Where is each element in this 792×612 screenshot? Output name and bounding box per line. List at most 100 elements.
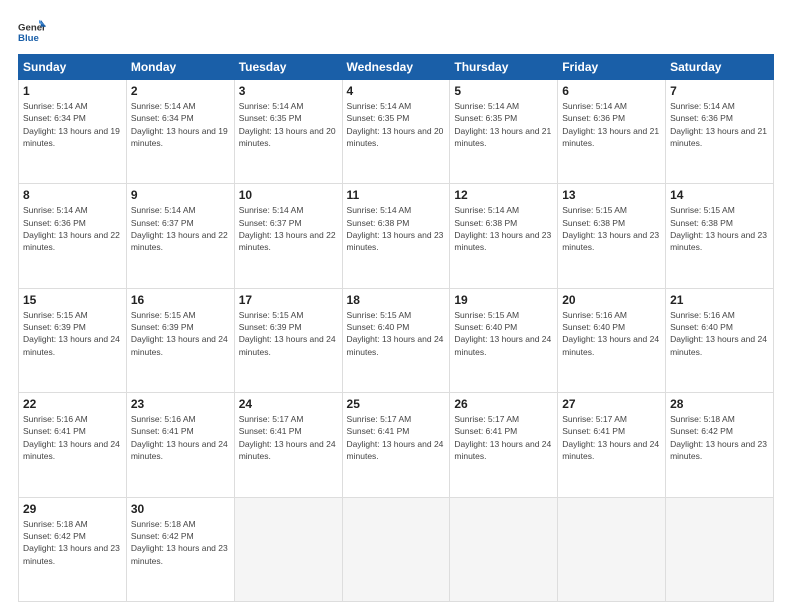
page: General Blue Sunday Monday Tuesday Wedne… <box>0 0 792 612</box>
day-info: Sunrise: 5:17 AMSunset: 6:41 PMDaylight:… <box>239 413 338 462</box>
calendar-day-cell: 5 Sunrise: 5:14 AMSunset: 6:35 PMDaylight… <box>450 80 558 184</box>
calendar-day-cell: 23 Sunrise: 5:16 AMSunset: 6:41 PMDayligh… <box>126 393 234 497</box>
day-number: 10 <box>239 188 338 202</box>
calendar-day-cell: 15 Sunrise: 5:15 AMSunset: 6:39 PMDayligh… <box>19 288 127 392</box>
calendar-day-cell: 1 Sunrise: 5:14 AMSunset: 6:34 PMDaylight… <box>19 80 127 184</box>
day-info: Sunrise: 5:14 AMSunset: 6:34 PMDaylight:… <box>23 100 122 149</box>
calendar-day-cell: 29 Sunrise: 5:18 AMSunset: 6:42 PMDayligh… <box>19 497 127 601</box>
day-number: 9 <box>131 188 230 202</box>
calendar-day-cell: 13 Sunrise: 5:15 AMSunset: 6:38 PMDayligh… <box>558 184 666 288</box>
calendar-day-cell: 12Sunrise: 5:14 AMSunset: 6:38 PMDayligh… <box>450 184 558 288</box>
day-number: 8 <box>23 188 122 202</box>
calendar-day-cell: 6Sunrise: 5:14 AMSunset: 6:36 PMDaylight… <box>558 80 666 184</box>
header: General Blue <box>18 18 774 46</box>
day-number: 20 <box>562 293 661 307</box>
calendar-day-cell: 16 Sunrise: 5:15 AMSunset: 6:39 PMDayligh… <box>126 288 234 392</box>
day-number: 7 <box>670 84 769 98</box>
day-info: Sunrise: 5:16 AMSunset: 6:40 PMDaylight:… <box>670 309 769 358</box>
day-info: Sunrise: 5:15 AMSunset: 6:38 PMDaylight:… <box>562 204 661 253</box>
day-info: Sunrise: 5:14 AMSunset: 6:36 PMDaylight:… <box>670 100 769 149</box>
logo-icon: General Blue <box>18 18 46 46</box>
day-number: 16 <box>131 293 230 307</box>
day-number: 28 <box>670 397 769 411</box>
day-info: Sunrise: 5:15 AMSunset: 6:40 PMDaylight:… <box>454 309 553 358</box>
calendar-day-cell: 19 Sunrise: 5:15 AMSunset: 6:40 PMDayligh… <box>450 288 558 392</box>
day-info: Sunrise: 5:18 AMSunset: 6:42 PMDaylight:… <box>670 413 769 462</box>
calendar-week-row: 29 Sunrise: 5:18 AMSunset: 6:42 PMDayligh… <box>19 497 774 601</box>
calendar-week-row: 8 Sunrise: 5:14 AMSunset: 6:36 PMDaylight… <box>19 184 774 288</box>
day-info: Sunrise: 5:14 AMSunset: 6:35 PMDaylight:… <box>347 100 446 149</box>
calendar-day-cell: 21 Sunrise: 5:16 AMSunset: 6:40 PMDayligh… <box>666 288 774 392</box>
calendar-day-cell <box>342 497 450 601</box>
day-info: Sunrise: 5:18 AMSunset: 6:42 PMDaylight:… <box>131 518 230 567</box>
header-friday: Friday <box>558 55 666 80</box>
day-number: 12 <box>454 188 553 202</box>
day-number: 17 <box>239 293 338 307</box>
day-number: 4 <box>347 84 446 98</box>
day-info: Sunrise: 5:15 AMSunset: 6:38 PMDaylight:… <box>670 204 769 253</box>
header-thursday: Thursday <box>450 55 558 80</box>
day-number: 25 <box>347 397 446 411</box>
calendar-day-cell: 2Sunrise: 5:14 AMSunset: 6:34 PMDaylight… <box>126 80 234 184</box>
day-number: 21 <box>670 293 769 307</box>
day-number: 1 <box>23 84 122 98</box>
day-info: Sunrise: 5:14 AMSunset: 6:36 PMDaylight:… <box>23 204 122 253</box>
calendar: Sunday Monday Tuesday Wednesday Thursday… <box>18 54 774 602</box>
calendar-day-cell: 18 Sunrise: 5:15 AMSunset: 6:40 PMDayligh… <box>342 288 450 392</box>
day-number: 2 <box>131 84 230 98</box>
calendar-day-cell: 30 Sunrise: 5:18 AMSunset: 6:42 PMDayligh… <box>126 497 234 601</box>
logo: General Blue <box>18 18 46 46</box>
calendar-day-cell <box>558 497 666 601</box>
calendar-day-cell: 28 Sunrise: 5:18 AMSunset: 6:42 PMDayligh… <box>666 393 774 497</box>
day-number: 11 <box>347 188 446 202</box>
day-number: 18 <box>347 293 446 307</box>
day-number: 26 <box>454 397 553 411</box>
day-number: 29 <box>23 502 122 516</box>
calendar-day-cell: 8 Sunrise: 5:14 AMSunset: 6:36 PMDaylight… <box>19 184 127 288</box>
calendar-day-cell: 27Sunrise: 5:17 AMSunset: 6:41 PMDayligh… <box>558 393 666 497</box>
header-monday: Monday <box>126 55 234 80</box>
day-info: Sunrise: 5:18 AMSunset: 6:42 PMDaylight:… <box>23 518 122 567</box>
calendar-week-row: 22 Sunrise: 5:16 AMSunset: 6:41 PMDayligh… <box>19 393 774 497</box>
weekday-header-row: Sunday Monday Tuesday Wednesday Thursday… <box>19 55 774 80</box>
calendar-day-cell: 10 Sunrise: 5:14 AMSunset: 6:37 PMDayligh… <box>234 184 342 288</box>
day-info: Sunrise: 5:15 AMSunset: 6:39 PMDaylight:… <box>23 309 122 358</box>
day-number: 30 <box>131 502 230 516</box>
day-number: 6 <box>562 84 661 98</box>
day-number: 27 <box>562 397 661 411</box>
day-info: Sunrise: 5:17 AMSunset: 6:41 PMDaylight:… <box>454 413 553 462</box>
day-number: 23 <box>131 397 230 411</box>
day-info: Sunrise: 5:16 AMSunset: 6:41 PMDaylight:… <box>131 413 230 462</box>
calendar-day-cell: 14 Sunrise: 5:15 AMSunset: 6:38 PMDayligh… <box>666 184 774 288</box>
calendar-day-cell: 7 Sunrise: 5:14 AMSunset: 6:36 PMDaylight… <box>666 80 774 184</box>
day-info: Sunrise: 5:14 AMSunset: 6:35 PMDaylight:… <box>454 100 553 149</box>
calendar-day-cell: 20 Sunrise: 5:16 AMSunset: 6:40 PMDayligh… <box>558 288 666 392</box>
day-info: Sunrise: 5:14 AMSunset: 6:35 PMDaylight:… <box>239 100 338 149</box>
day-info: Sunrise: 5:15 AMSunset: 6:40 PMDaylight:… <box>347 309 446 358</box>
day-number: 14 <box>670 188 769 202</box>
calendar-day-cell: 17 Sunrise: 5:15 AMSunset: 6:39 PMDayligh… <box>234 288 342 392</box>
day-number: 19 <box>454 293 553 307</box>
calendar-day-cell: 24 Sunrise: 5:17 AMSunset: 6:41 PMDayligh… <box>234 393 342 497</box>
day-info: Sunrise: 5:14 AMSunset: 6:37 PMDaylight:… <box>239 204 338 253</box>
day-info: Sunrise: 5:15 AMSunset: 6:39 PMDaylight:… <box>239 309 338 358</box>
day-number: 3 <box>239 84 338 98</box>
svg-text:Blue: Blue <box>18 33 39 44</box>
day-number: 22 <box>23 397 122 411</box>
calendar-day-cell: 4 Sunrise: 5:14 AMSunset: 6:35 PMDaylight… <box>342 80 450 184</box>
day-info: Sunrise: 5:16 AMSunset: 6:40 PMDaylight:… <box>562 309 661 358</box>
day-number: 15 <box>23 293 122 307</box>
day-number: 5 <box>454 84 553 98</box>
calendar-day-cell <box>666 497 774 601</box>
calendar-day-cell: 25 Sunrise: 5:17 AMSunset: 6:41 PMDayligh… <box>342 393 450 497</box>
day-info: Sunrise: 5:16 AMSunset: 6:41 PMDaylight:… <box>23 413 122 462</box>
header-wednesday: Wednesday <box>342 55 450 80</box>
header-saturday: Saturday <box>666 55 774 80</box>
day-number: 13 <box>562 188 661 202</box>
calendar-week-row: 1 Sunrise: 5:14 AMSunset: 6:34 PMDaylight… <box>19 80 774 184</box>
day-number: 24 <box>239 397 338 411</box>
day-info: Sunrise: 5:15 AMSunset: 6:39 PMDaylight:… <box>131 309 230 358</box>
calendar-day-cell: 26 Sunrise: 5:17 AMSunset: 6:41 PMDayligh… <box>450 393 558 497</box>
calendar-week-row: 15 Sunrise: 5:15 AMSunset: 6:39 PMDayligh… <box>19 288 774 392</box>
day-info: Sunrise: 5:17 AMSunset: 6:41 PMDaylight:… <box>347 413 446 462</box>
